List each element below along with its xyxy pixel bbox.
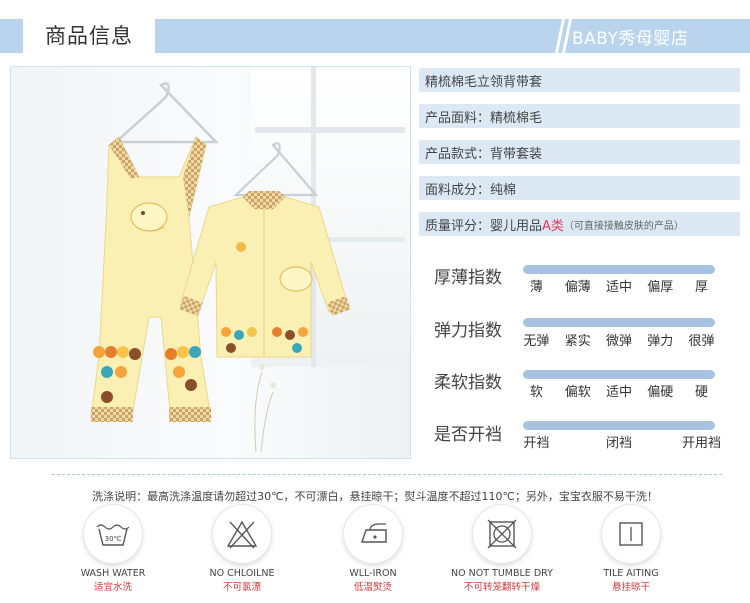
quality-grade: A类	[542, 218, 564, 234]
rating-bar-softness	[523, 370, 715, 386]
rating-option: 偏厚	[647, 280, 674, 295]
care-label-en: NO CHLOILNE	[209, 568, 275, 579]
rating-option: 适中	[605, 280, 633, 295]
rating-label-softness: 柔软指数	[434, 373, 502, 393]
svg-text:30℃: 30℃	[105, 535, 122, 543]
info-text: 面料成分：纯棉	[425, 182, 517, 198]
iron-icon	[344, 505, 402, 563]
product-info-page: 商品信息 BABY秀母婴店 精梳棉毛立领背带套 产品面料：精梳棉毛 产品款式：背…	[0, 0, 750, 603]
rating-option: 偏薄	[564, 280, 591, 295]
rating-label-thickness: 厚薄指数	[434, 268, 502, 288]
rating-option: 闭裆	[605, 436, 633, 451]
care-label-zh: 不可氯漂	[222, 582, 261, 593]
rating-option: 无弹	[523, 334, 550, 349]
rating-option: 紧实	[564, 334, 591, 349]
header-stripes	[555, 19, 572, 53]
tile-airing-icon	[602, 505, 660, 563]
care-label-en: NO NOT TUMBLE DRY	[451, 568, 553, 579]
info-row-quality: 质量评分：婴儿用品 A类 （可直接接触皮肤的产品）	[419, 212, 740, 236]
rating-label-elasticity: 弹力指数	[434, 321, 502, 341]
rating-bar-elasticity	[523, 318, 715, 334]
info-text: 产品面料：精梳棉毛	[425, 110, 543, 126]
care-item-airing: TILE AITING 悬挂晾干	[576, 505, 686, 593]
care-label-zh: 不可转笼翻转干燥	[463, 582, 540, 593]
rating-option: 微弹	[605, 334, 633, 349]
care-label-zh: 低温熨烫	[353, 582, 392, 593]
rating-option: 硬	[695, 385, 709, 400]
rating-option: 薄	[529, 280, 543, 295]
rating-option: 厚	[695, 280, 709, 295]
quality-note: （可直接接触皮肤的产品）	[563, 220, 684, 232]
care-item-iron: WLL-IRON 低温熨烫	[318, 505, 428, 593]
rating-option: 偏硬	[647, 385, 674, 400]
quality-prefix: 质量评分：婴儿用品	[425, 218, 543, 234]
no-chlorine-icon	[213, 505, 271, 563]
store-name: BABY秀母婴店	[572, 29, 689, 49]
info-row-material: 面料成分：纯棉	[419, 176, 740, 200]
rating-label-open-crotch: 是否开裆	[434, 425, 502, 445]
wash-water-icon: 30℃	[84, 505, 142, 563]
rating-bar-open-crotch	[523, 421, 715, 437]
rating-option: 适中	[605, 385, 633, 400]
rating-option: 偏软	[564, 385, 591, 400]
section-title: 商品信息	[23, 12, 155, 58]
divider	[52, 474, 722, 475]
info-text: 精梳棉毛立领背带套	[425, 74, 543, 90]
info-row-style: 产品款式：背带套装	[419, 140, 740, 164]
rating-option: 很弹	[688, 334, 715, 349]
washing-note: 洗涤说明：最高洗涤温度请勿超过30℃，不可漂白，悬挂晾干；熨斗温度不超过110℃…	[92, 490, 658, 503]
info-text: 产品款式：背带套装	[425, 146, 543, 162]
care-label-en: WLL-IRON	[349, 568, 397, 579]
rating-option: 弹力	[647, 334, 674, 349]
care-label-zh: 悬挂晾干	[611, 582, 650, 593]
product-photo	[10, 66, 411, 459]
care-item-chlorine: NO CHLOILNE 不可氯漂	[187, 505, 297, 593]
care-label-en: TILE AITING	[603, 568, 659, 579]
no-tumble-dry-icon	[473, 505, 531, 563]
info-row-name: 精梳棉毛立领背带套	[419, 68, 740, 92]
rating-option: 开裆	[523, 436, 550, 451]
care-label-zh: 适宜水洗	[93, 582, 132, 593]
rating-option: 软	[529, 385, 543, 400]
info-row-fabric: 产品面料：精梳棉毛	[419, 104, 740, 128]
rating-option: 开用裆	[682, 436, 722, 451]
care-item-tumble: NO NOT TUMBLE DRY 不可转笼翻转干燥	[447, 505, 557, 593]
rating-bar-thickness	[523, 265, 715, 281]
care-item-wash: 30℃ WASH WATER 适宜水洗	[58, 505, 168, 593]
care-label-en: WASH WATER	[80, 568, 146, 579]
